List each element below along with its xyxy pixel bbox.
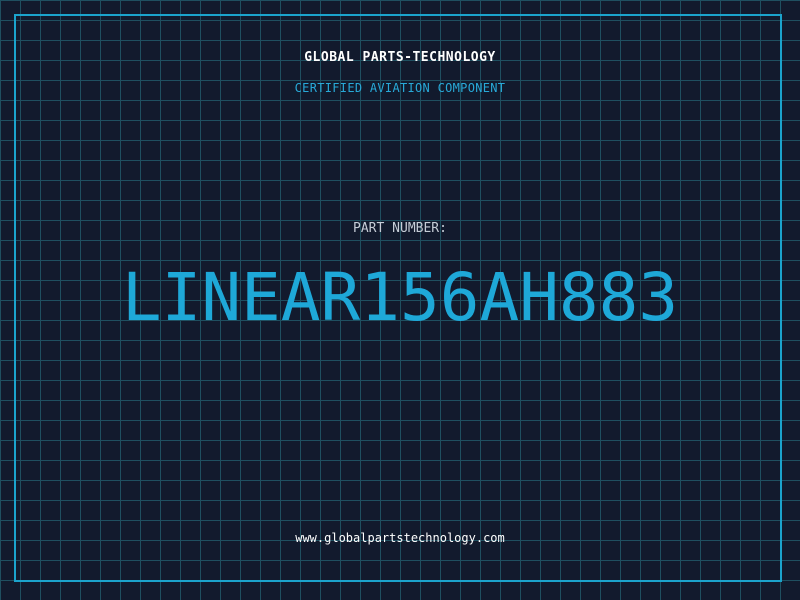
tagline: CERTIFIED AVIATION COMPONENT	[294, 81, 506, 95]
company-name: GLOBAL PARTS-TECHNOLOGY	[304, 50, 496, 65]
website-url: www.globalpartstechnology.com	[295, 531, 505, 545]
certificate-canvas: GLOBAL PARTS-TECHNOLOGY CERTIFIED AVIATI…	[0, 0, 800, 600]
part-number-label: PART NUMBER:	[353, 221, 447, 236]
part-number-value: LINEAR156AH883	[121, 259, 679, 336]
